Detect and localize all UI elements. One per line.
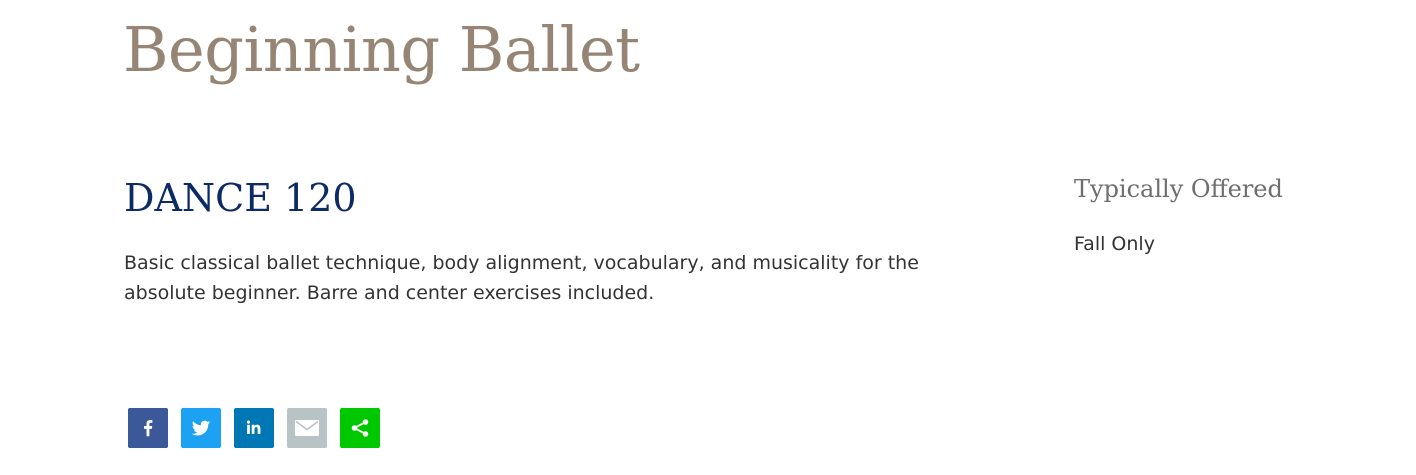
twitter-icon	[190, 417, 212, 439]
email-icon	[294, 417, 320, 439]
twitter-share-button[interactable]	[181, 408, 221, 448]
course-description: Basic classical ballet technique, body a…	[124, 252, 919, 304]
typically-offered-value: Fall Only	[1074, 233, 1155, 255]
facebook-share-button[interactable]	[128, 408, 168, 448]
share-button[interactable]	[340, 408, 380, 448]
typically-offered-heading: Typically Offered	[1074, 175, 1283, 203]
page-title: Beginning Ballet	[123, 13, 640, 86]
course-code: DANCE 120	[124, 176, 357, 220]
linkedin-share-button[interactable]	[234, 408, 274, 448]
share-icon	[349, 417, 371, 439]
share-bar	[128, 408, 380, 448]
facebook-icon	[137, 417, 159, 439]
linkedin-icon	[243, 417, 265, 439]
email-share-button[interactable]	[287, 408, 327, 448]
